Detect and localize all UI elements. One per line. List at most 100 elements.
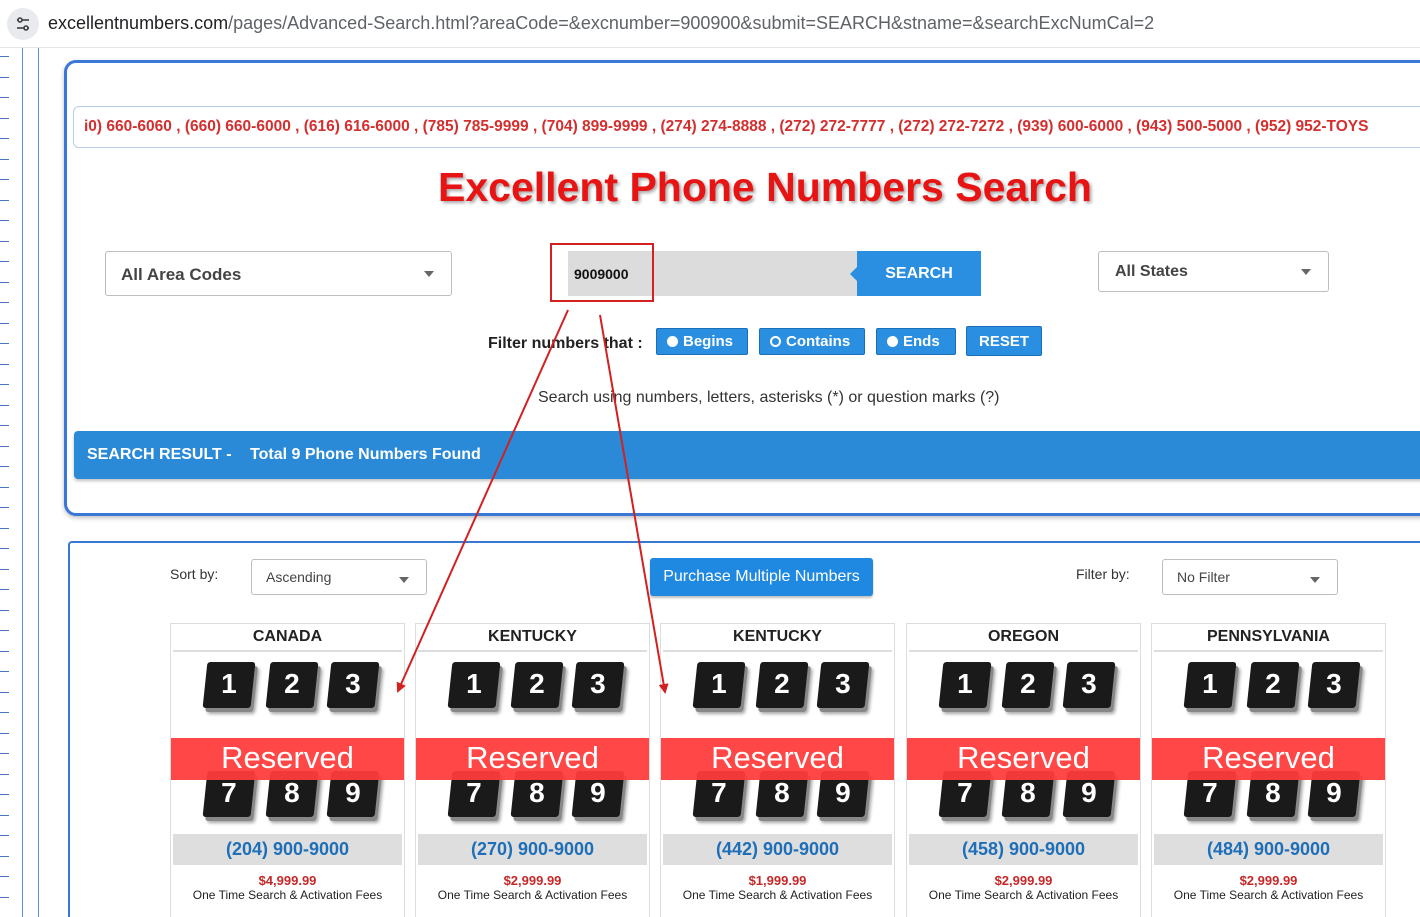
area-code-value: All Area Codes: [121, 265, 242, 284]
state-select[interactable]: All States: [1098, 251, 1329, 292]
ruler-tick: [0, 610, 9, 611]
radio-selected-icon: [770, 336, 781, 347]
keypad-key: 3: [1062, 662, 1116, 708]
number-card[interactable]: PENNSYLVANIA 1 2 3 7 8 9 Reserved (484) 900-9000…: [1151, 623, 1386, 917]
number-card[interactable]: OREGON 1 2 3 7 8 9 Reserved (458) 900-9000 $2,999…: [906, 623, 1141, 917]
card-phone-number[interactable]: (442) 900-9000: [661, 839, 894, 860]
keypad-key: 1: [447, 662, 501, 708]
keypad-image: 1 2 3 7 8 9 Reserved: [907, 652, 1140, 832]
ruler-tick: [0, 835, 9, 836]
keypad-key: 1: [938, 662, 992, 708]
ruler-tick: [0, 856, 9, 857]
card-fee-text: One Time Search & Activation Fees: [192, 888, 383, 902]
ruler-tick: [0, 794, 9, 795]
ticker-text: i0) 660-6060 , (660) 660-6000 , (616) 61…: [84, 118, 1369, 135]
ruler-tick: [0, 220, 9, 221]
ruler-tick: [0, 569, 9, 570]
card-phone-number[interactable]: (458) 900-9000: [907, 839, 1140, 860]
result-summary: Total 9 Phone Numbers Found: [250, 446, 481, 463]
ruler-tick: [0, 159, 9, 160]
card-price: $2,999.99: [1239, 873, 1298, 888]
ruler-tick: [0, 815, 9, 816]
address-bar[interactable]: excellentnumbers.com/pages/Advanced-Sear…: [0, 0, 1420, 48]
ruler-tick: [0, 446, 9, 447]
keypad-key: 2: [1001, 662, 1055, 708]
search-button[interactable]: SEARCH: [850, 251, 981, 296]
ruler-tick: [0, 384, 9, 385]
reset-button[interactable]: RESET: [966, 326, 1042, 356]
ruler-tick: [0, 302, 9, 303]
card-state: KENTUCKY: [488, 628, 577, 645]
ruler-tick: [0, 774, 9, 775]
number-ticker: i0) 660-6060 , (660) 660-6000 , (616) 61…: [73, 106, 1420, 148]
card-phone-number[interactable]: (484) 900-9000: [1152, 839, 1385, 860]
filter-contains-button[interactable]: Contains: [759, 328, 865, 355]
ruler-tick: [0, 548, 9, 549]
ruler-tick: [0, 528, 9, 529]
ruler-tick: [0, 261, 9, 262]
ruler-tick: [0, 753, 9, 754]
radio-filled-icon: [887, 336, 898, 347]
area-code-select[interactable]: All Area Codes: [105, 251, 452, 296]
ruler-tick: [0, 118, 9, 119]
url-text[interactable]: excellentnumbers.com/pages/Advanced-Sear…: [48, 13, 1154, 34]
card-fee-text: One Time Search & Activation Fees: [437, 888, 628, 902]
ruler-tick: [0, 589, 9, 590]
result-label: SEARCH RESULT -: [87, 446, 232, 463]
keypad-image: 1 2 3 7 8 9 Reserved: [661, 652, 894, 832]
keypad-key: 3: [816, 662, 870, 708]
number-card[interactable]: KENTUCKY 1 2 3 7 8 9 Reserved (442) 900-9000 $1,9…: [660, 623, 895, 917]
sort-label: Sort by:: [170, 566, 219, 582]
keypad-key: 3: [571, 662, 625, 708]
filter-by-select[interactable]: No Filter: [1162, 559, 1338, 595]
ruler-tick: [0, 241, 9, 242]
filter-by-value: No Filter: [1177, 569, 1230, 585]
number-card[interactable]: KENTUCKY 1 2 3 7 8 9 Reserved (270) 900-9000 $2,9…: [415, 623, 650, 917]
ruler-tick: [0, 343, 9, 344]
keypad-image: 1 2 3 7 8 9 Reserved: [416, 652, 649, 832]
chevron-down-icon: [1301, 268, 1311, 275]
ruler-tick: [0, 712, 9, 713]
keypad-key: 2: [755, 662, 809, 708]
card-fee-text: One Time Search & Activation Fees: [682, 888, 873, 902]
ruler-tick: [0, 323, 9, 324]
ruler-tick: [0, 282, 9, 283]
card-phone-number[interactable]: (204) 900-9000: [171, 839, 404, 860]
reserved-banner: Reserved: [171, 738, 404, 780]
reserved-banner: Reserved: [907, 738, 1140, 780]
card-state: CANADA: [252, 628, 323, 645]
annotation-highlight-box: [550, 243, 654, 302]
purchase-multiple-button[interactable]: Purchase Multiple Numbers: [650, 558, 873, 596]
search-hint: Search using numbers, letters, asterisks…: [538, 389, 1000, 406]
card-price: $1,999.99: [748, 873, 807, 888]
ruler-tick: [0, 364, 9, 365]
card-fee-text: One Time Search & Activation Fees: [928, 888, 1119, 902]
ruler-tick: [0, 671, 9, 672]
filter-label: Filter numbers that :: [488, 335, 643, 352]
keypad-image: 1 2 3 7 8 9 Reserved: [1152, 652, 1385, 832]
keypad-key: 2: [265, 662, 319, 708]
reserved-banner: Reserved: [416, 738, 649, 780]
card-price: $2,999.99: [994, 873, 1053, 888]
chevron-down-icon: [399, 577, 409, 583]
page-title: Excellent Phone Numbers Search: [438, 164, 1092, 210]
filter-begins-button[interactable]: Begins: [656, 328, 748, 355]
filter-contains-label: Contains: [786, 333, 851, 350]
filter-ends-button[interactable]: Ends: [876, 328, 956, 355]
card-state: OREGON: [987, 628, 1060, 645]
ruler-tick: [0, 405, 9, 406]
card-state: PENNSYLVANIA: [1207, 628, 1330, 645]
keypad-key: 3: [326, 662, 380, 708]
ruler-tick: [0, 507, 9, 508]
card-price: $4,999.99: [258, 873, 317, 888]
reserved-banner: Reserved: [1152, 738, 1385, 780]
card-phone-number[interactable]: (270) 900-9000: [416, 839, 649, 860]
ruler-tick: [0, 77, 9, 78]
url-path: /pages/Advanced-Search.html?areaCode=&ex…: [228, 13, 1155, 33]
filter-by-label: Filter by:: [1076, 566, 1130, 582]
ruler-tick: [0, 630, 9, 631]
tune-icon[interactable]: [7, 8, 39, 40]
number-card[interactable]: CANADA 1 2 3 7 8 9 Reserved (204) 900-9000 $4,999…: [170, 623, 405, 917]
keypad-key: 1: [202, 662, 256, 708]
sort-select[interactable]: Ascending: [251, 559, 427, 595]
